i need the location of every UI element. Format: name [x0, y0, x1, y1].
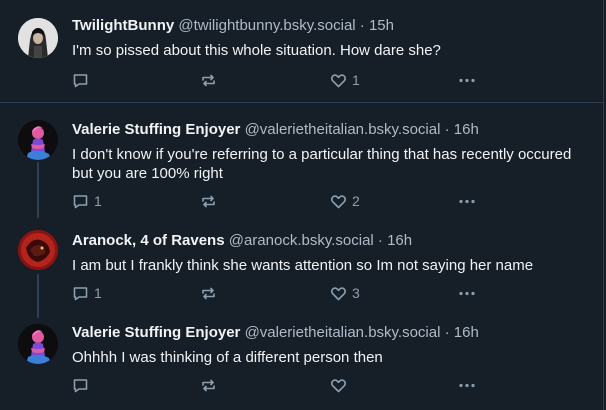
reply-button[interactable] — [72, 71, 94, 89]
like-button[interactable]: 3 — [330, 284, 360, 302]
post[interactable]: Valerie Stuffing Enjoyer @valerietheital… — [0, 310, 604, 410]
separator: · — [359, 17, 365, 34]
reply-button[interactable]: 1 — [72, 284, 102, 302]
like-button[interactable]: 1 — [330, 71, 360, 89]
repost-icon — [200, 72, 217, 89]
heart-icon — [330, 72, 347, 89]
post-text: I am but I frankly think she wants atten… — [72, 257, 534, 274]
more-icon — [458, 193, 476, 210]
separator: · — [444, 121, 450, 138]
more-icon — [458, 377, 476, 394]
more-icon — [458, 285, 476, 302]
like-count: 3 — [352, 285, 360, 301]
post-text: I'm so pissed about this whole situation… — [72, 42, 441, 59]
post-header: TwilightBunny @twilightbunny.bsky.social… — [72, 17, 394, 35]
timestamp[interactable]: 15h — [369, 17, 394, 34]
like-button[interactable]: 2 — [330, 192, 360, 210]
timestamp[interactable]: 16h — [454, 121, 479, 138]
author-handle[interactable]: @aranock.bsky.social — [229, 232, 374, 249]
more-options-button[interactable] — [458, 71, 476, 89]
separator: · — [377, 232, 383, 249]
reply-icon — [72, 193, 89, 210]
author-name[interactable]: TwilightBunny — [72, 17, 174, 34]
reply-icon — [72, 285, 89, 302]
like-count: 1 — [352, 72, 360, 88]
repost-icon — [200, 193, 217, 210]
reply-button[interactable] — [72, 376, 94, 394]
repost-button[interactable] — [200, 71, 217, 89]
author-handle[interactable]: @valerietheitalian.bsky.social — [245, 121, 441, 138]
more-options-button[interactable] — [458, 192, 476, 210]
post-text: Ohhhh I was thinking of a different pers… — [72, 349, 383, 366]
author-handle[interactable]: @twilightbunny.bsky.social — [178, 17, 355, 34]
more-icon — [458, 72, 476, 89]
heart-icon — [330, 377, 347, 394]
post[interactable]: TwilightBunny @twilightbunny.bsky.social… — [0, 0, 604, 100]
more-options-button[interactable] — [458, 284, 476, 302]
avatar[interactable] — [18, 120, 58, 160]
post[interactable]: Valerie Stuffing Enjoyer @valerietheital… — [0, 103, 604, 215]
post-header: Aranock, 4 of Ravens @aranock.bsky.socia… — [72, 232, 412, 250]
heart-icon — [330, 193, 347, 210]
repost-icon — [200, 377, 217, 394]
repost-button[interactable] — [200, 192, 217, 210]
avatar[interactable] — [18, 18, 58, 58]
reply-icon — [72, 72, 89, 89]
separator: · — [444, 324, 450, 341]
like-button[interactable] — [330, 376, 352, 394]
author-name[interactable]: Valerie Stuffing Enjoyer — [72, 121, 240, 138]
post-text: I don't know if you're referring to a pa… — [72, 146, 572, 182]
reply-count: 1 — [94, 285, 102, 301]
avatar[interactable] — [18, 230, 58, 270]
post-header: Valerie Stuffing Enjoyer @valerietheital… — [72, 121, 479, 139]
timestamp[interactable]: 16h — [387, 232, 412, 249]
author-handle[interactable]: @valerietheitalian.bsky.social — [245, 324, 441, 341]
reply-button[interactable]: 1 — [72, 192, 102, 210]
like-count: 2 — [352, 193, 360, 209]
more-options-button[interactable] — [458, 376, 476, 394]
reply-icon — [72, 377, 89, 394]
post-header: Valerie Stuffing Enjoyer @valerietheital… — [72, 324, 479, 342]
repost-button[interactable] — [200, 284, 217, 302]
author-name[interactable]: Aranock, 4 of Ravens — [72, 232, 225, 249]
timestamp[interactable]: 16h — [454, 324, 479, 341]
author-name[interactable]: Valerie Stuffing Enjoyer — [72, 324, 240, 341]
post[interactable]: Aranock, 4 of Ravens @aranock.bsky.socia… — [0, 215, 604, 310]
reply-count: 1 — [94, 193, 102, 209]
avatar[interactable] — [18, 324, 58, 364]
heart-icon — [330, 285, 347, 302]
repost-button[interactable] — [200, 376, 217, 394]
feed: TwilightBunny @twilightbunny.bsky.social… — [0, 0, 604, 410]
repost-icon — [200, 285, 217, 302]
